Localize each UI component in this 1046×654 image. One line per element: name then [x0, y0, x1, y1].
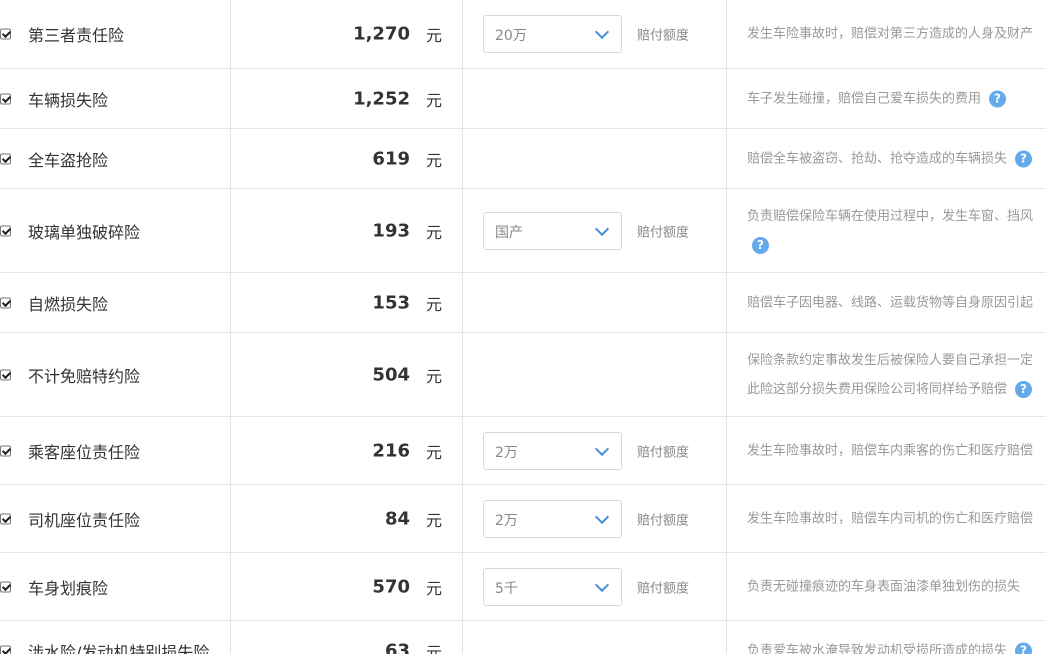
coverage-select[interactable]: 2万: [483, 499, 622, 538]
coverage-select[interactable]: 国产: [483, 211, 622, 250]
chevron-down-icon: [594, 441, 610, 456]
unit: 元: [425, 150, 442, 170]
table-row: 第三者责任险 1,270 元 20万 赔付额度 发生车险事故时，赔偿对第三方造成的人…: [0, 0, 1046, 69]
coverage-select[interactable]: 5千: [483, 567, 622, 606]
description: 负责爱车被水淹导致发动机受损所造成的损失?: [747, 636, 1046, 654]
insurance-name: 涉水险/发动机特别损失险: [28, 642, 210, 654]
insurance-name: 第三者责任险: [28, 26, 125, 45]
table-row: 涉水险/发动机特别损失险 63 元 负责爱车被水淹导致发动机受损所造成的损失?: [0, 621, 1046, 654]
coverage-select[interactable]: 2万: [483, 431, 622, 470]
description: 保险条款约定事故发生后被保险人要自己承担一定 此险这部分损失费用保险公司将同样给予…: [747, 352, 1034, 398]
checkbox[interactable]: [0, 153, 11, 164]
table-row: 司机座位责任险 84 元 2万 赔付额度 发生车险事故时，赔偿车内司机的伤亡和医疗赔…: [0, 485, 1046, 553]
unit: 元: [425, 222, 442, 242]
limit-label: 赔付额度: [637, 28, 690, 44]
limit-label: 赔付额度: [637, 445, 690, 460]
help-icon[interactable]: ?: [752, 236, 769, 254]
help-icon[interactable]: ?: [1015, 642, 1033, 654]
insurance-name: 车辆损失险: [28, 90, 109, 110]
checkbox[interactable]: [0, 645, 11, 654]
coverage-select[interactable]: 20万: [483, 15, 622, 53]
price: 1,270: [353, 23, 410, 45]
price: 570: [372, 576, 410, 597]
price: 1,252: [353, 88, 410, 109]
checkbox[interactable]: [0, 297, 11, 308]
checkbox[interactable]: [0, 369, 11, 380]
table-row: 全车盗抢险 619 元 赔偿全车被盗窃、抢劫、抢夺造成的车辆损失?: [0, 129, 1046, 189]
unit: 元: [425, 90, 442, 110]
price: 504: [372, 364, 410, 385]
description: 车子发生碰撞，赔偿自己爱车损失的费用?: [747, 84, 1046, 113]
table-row: 乘客座位责任险 216 元 2万 赔付额度 发生车险事故时，赔偿车内乘客的伤亡和医疗…: [0, 417, 1046, 485]
insurance-name: 玻璃单独破碎险: [28, 222, 141, 242]
unit: 元: [425, 442, 442, 462]
unit: 元: [425, 510, 442, 530]
description: 赔偿全车被盗窃、抢劫、抢夺造成的车辆损失?: [747, 144, 1046, 173]
chevron-down-icon: [594, 24, 610, 40]
description: 赔偿车子因电器、线路、运载货物等自身原因引起: [747, 295, 1034, 310]
limit-label: 赔付额度: [637, 225, 690, 240]
insurance-table: 第三者责任险 1,270 元 20万 赔付额度 发生车险事故时，赔偿对第三方造成的人…: [0, 0, 1046, 654]
unit: 元: [425, 294, 442, 314]
unit: 元: [425, 26, 442, 45]
price: 153: [372, 292, 410, 313]
price: 216: [372, 440, 410, 461]
unit: 元: [425, 366, 442, 386]
help-icon[interactable]: ?: [989, 90, 1007, 107]
table-row: 车辆损失险 1,252 元 车子发生碰撞，赔偿自己爱车损失的费用?: [0, 69, 1046, 129]
checkbox[interactable]: [0, 581, 11, 592]
checkbox[interactable]: [0, 225, 11, 236]
limit-label: 赔付额度: [637, 581, 690, 596]
insurance-name: 车身划痕险: [28, 578, 109, 598]
help-icon[interactable]: ?: [1015, 150, 1033, 167]
insurance-name: 全车盗抢险: [28, 150, 109, 170]
limit-label: 赔付额度: [637, 513, 690, 528]
insurance-name: 司机座位责任险: [28, 510, 141, 530]
table-row: 自燃损失险 153 元 赔偿车子因电器、线路、运载货物等自身原因引起: [0, 273, 1046, 333]
price: 619: [372, 148, 410, 169]
chevron-down-icon: [594, 577, 610, 592]
table-row: 不计免赔特约险 504 元 保险条款约定事故发生后被保险人要自己承担一定 此险这部分…: [0, 333, 1046, 417]
insurance-name: 自燃损失险: [28, 294, 109, 314]
description: 负责赔偿保险车辆在使用过程中，发生车窗、挡风?: [747, 208, 1034, 254]
price: 63: [384, 640, 410, 654]
description: 发生车险事故时，赔偿对第三方造成的人身及财产: [747, 26, 1034, 42]
chevron-down-icon: [594, 509, 610, 524]
unit: 元: [425, 578, 442, 598]
chevron-down-icon: [594, 221, 610, 236]
description: 发生车险事故时，赔偿车内乘客的伤亡和医疗赔偿: [747, 443, 1034, 458]
checkbox[interactable]: [0, 513, 11, 524]
checkbox[interactable]: [0, 28, 11, 40]
description: 发生车险事故时，赔偿车内司机的伤亡和医疗赔偿: [747, 511, 1034, 526]
description: 负责无碰撞痕迹的车身表面油漆单独划伤的损失: [747, 579, 1021, 594]
insurance-name: 乘客座位责任险: [28, 442, 141, 462]
price: 84: [384, 508, 410, 529]
table-row: 玻璃单独破碎险 193 元 国产 赔付额度 负责赔偿保险车辆在使用过程中，发生车窗、…: [0, 189, 1046, 273]
checkbox[interactable]: [0, 445, 11, 456]
insurance-name: 不计免赔特约险: [28, 366, 141, 386]
price: 193: [372, 220, 410, 241]
checkbox[interactable]: [0, 93, 11, 104]
table-row: 车身划痕险 570 元 5千 赔付额度 负责无碰撞痕迹的车身表面油漆单独划伤的损失: [0, 553, 1046, 621]
unit: 元: [425, 642, 442, 654]
help-icon[interactable]: ?: [1015, 380, 1033, 398]
